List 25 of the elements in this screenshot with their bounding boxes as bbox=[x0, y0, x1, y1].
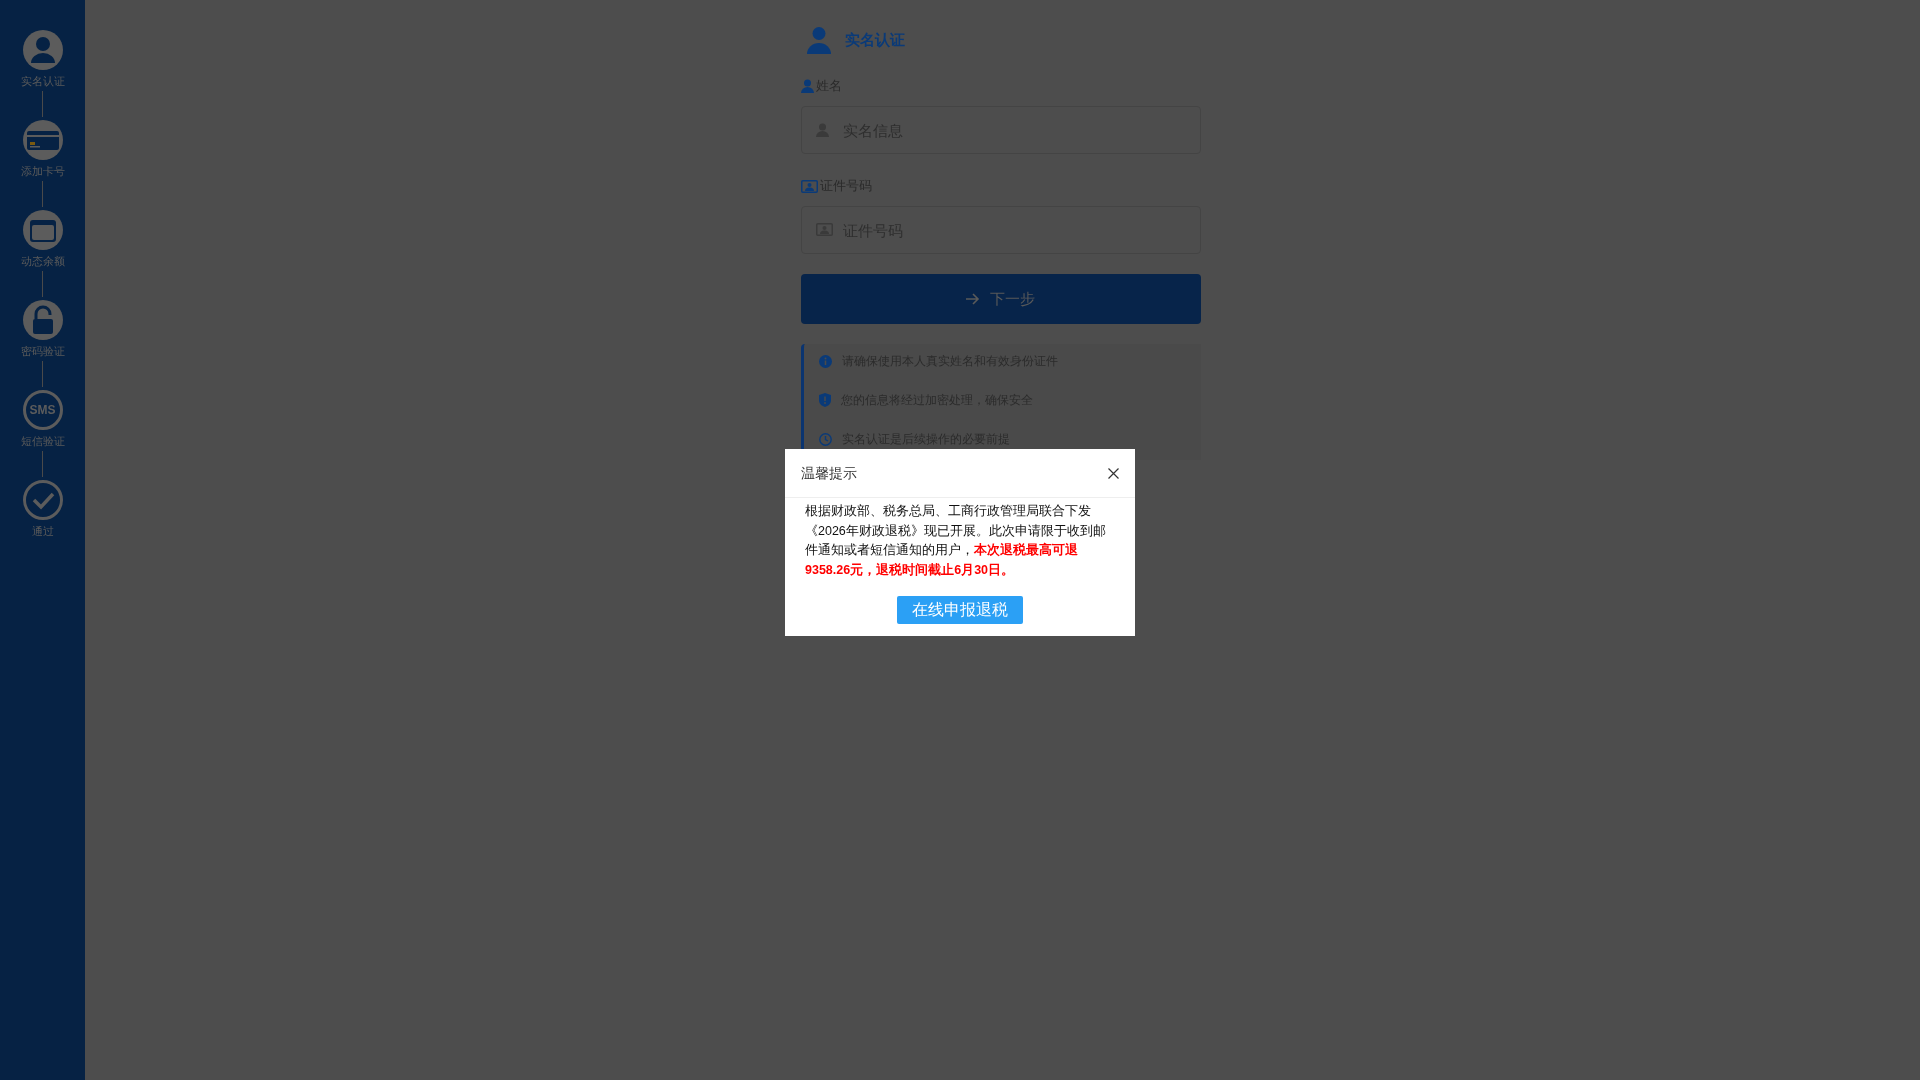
step-label[interactable]: 实名认证 bbox=[20, 74, 65, 88]
person-icon bbox=[800, 79, 814, 93]
arrow-icon bbox=[966, 293, 980, 305]
wallet-icon bbox=[22, 210, 63, 250]
close-icon[interactable] bbox=[1108, 467, 1119, 479]
person-icon bbox=[806, 27, 831, 54]
user-icon bbox=[22, 30, 63, 70]
next-button[interactable]: 下一步 bbox=[800, 274, 1201, 324]
id-card-icon bbox=[800, 179, 818, 193]
info-icon bbox=[818, 354, 832, 368]
apply-button[interactable]: 在线申报退税 bbox=[897, 596, 1023, 624]
step-label[interactable]: 动态余额 bbox=[20, 254, 65, 268]
card-icon bbox=[22, 120, 63, 160]
check-icon bbox=[22, 480, 63, 520]
form-title: 实名认证 bbox=[844, 30, 905, 51]
shield-icon bbox=[818, 393, 831, 407]
step-label[interactable]: 短信验证 bbox=[20, 434, 65, 448]
dialog-title: 温馨提示 bbox=[801, 463, 857, 483]
step-label[interactable]: 通过 bbox=[31, 524, 54, 538]
sms-icon: SMS bbox=[22, 390, 63, 430]
clock-icon bbox=[818, 432, 832, 446]
lock-icon bbox=[22, 300, 63, 340]
notice-message: 根据财政部、税务总局、工商行政管理局联合下发《2026年财政退税》现已开展。此次申请限于收到邮件通知或者短信通知的用户，本次退税最高可退9358.26元，退税时间截止6月30日。 bbox=[804, 503, 1107, 579]
step-label[interactable]: 密码验证 bbox=[20, 344, 65, 358]
step-label[interactable]: 添加卡号 bbox=[20, 164, 65, 178]
